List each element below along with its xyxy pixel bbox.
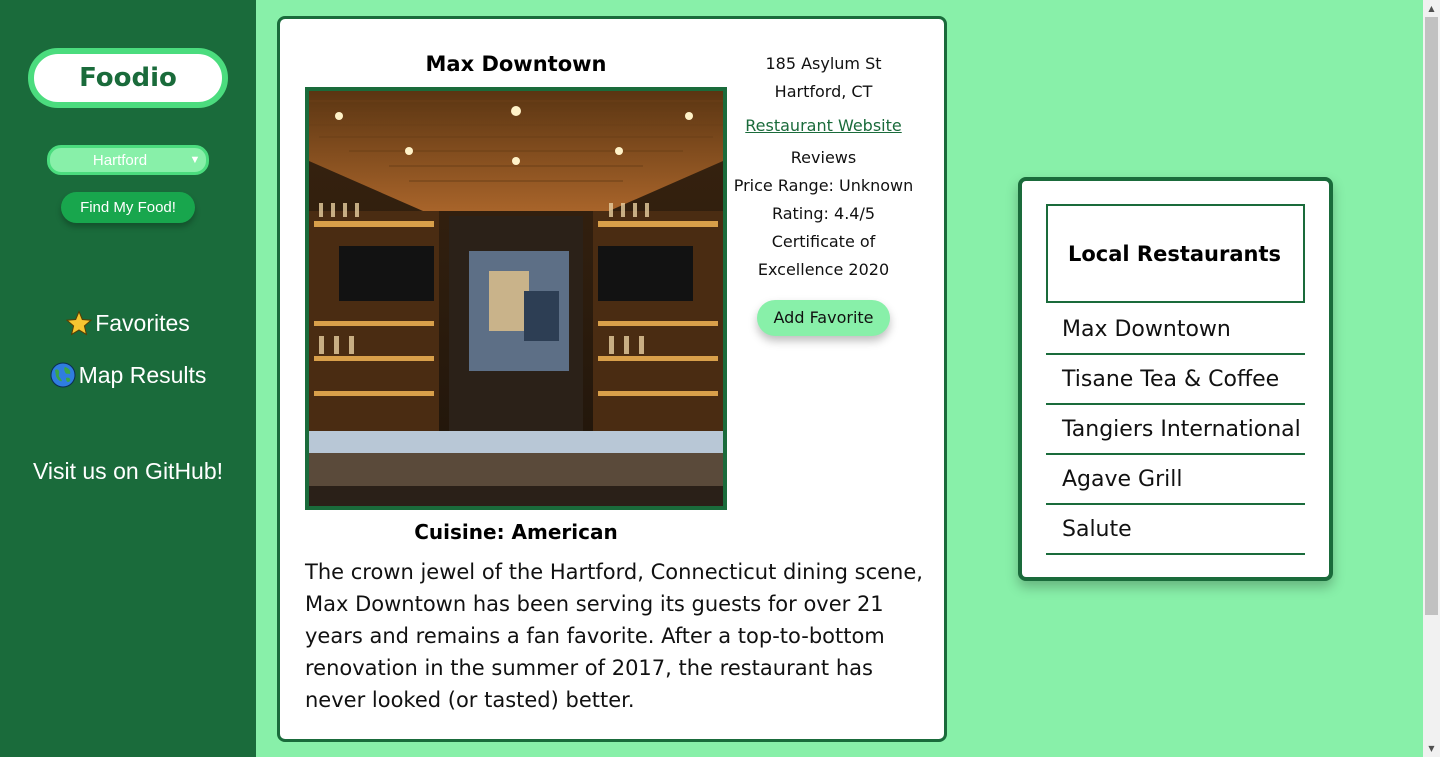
local-restaurants-list: Max Downtown Tisane Tea & Coffee Tangier…: [1046, 305, 1305, 555]
local-restaurant-item[interactable]: Salute: [1046, 505, 1305, 555]
nav-map-results[interactable]: Map Results: [0, 360, 256, 390]
city-select[interactable]: Hartford ▼: [47, 145, 209, 175]
price-range: Price Range: Unknown: [733, 176, 914, 195]
foodio-logo[interactable]: Foodio: [28, 48, 228, 108]
restaurant-info: 185 Asylum St Hartford, CT Restaurant We…: [733, 50, 914, 336]
chevron-down-icon: ▼: [189, 154, 201, 166]
vertical-scrollbar[interactable]: ▲ ▼: [1423, 0, 1440, 757]
reviews-heading: Reviews: [790, 148, 857, 167]
city-select-value: Hartford: [92, 151, 148, 169]
globe-icon: [50, 362, 76, 388]
local-restaurants-card: Local Restaurants Max Downtown Tisane Te…: [1018, 177, 1333, 581]
star-icon: [66, 310, 93, 336]
local-restaurant-item[interactable]: Max Downtown: [1046, 305, 1305, 355]
add-favorite-button[interactable]: Add Favorite: [757, 300, 890, 336]
github-link[interactable]: Visit us on GitHub!: [0, 456, 256, 486]
local-restaurant-item[interactable]: Tangiers International: [1046, 405, 1305, 455]
address-line-2: Hartford, CT: [774, 82, 873, 101]
scroll-up-icon[interactable]: ▲: [1423, 0, 1440, 17]
local-restaurant-item[interactable]: Agave Grill: [1046, 455, 1305, 505]
nav-favorites-label: Favorites: [95, 309, 190, 336]
rating: Rating: 4.4/5: [771, 204, 876, 223]
address-line-1: 185 Asylum St: [765, 54, 882, 73]
nav-favorites[interactable]: Favorites: [0, 308, 256, 338]
sidebar: Foodio Hartford ▼ Find My Food! Favorite…: [0, 0, 256, 757]
find-my-food-button[interactable]: Find My Food!: [61, 192, 195, 223]
scroll-down-icon[interactable]: ▼: [1423, 740, 1440, 757]
restaurant-description: The crown jewel of the Hartford, Connect…: [305, 560, 923, 712]
local-restaurants-title: Local Restaurants: [1046, 204, 1305, 303]
cuisine-label: Cuisine: American: [414, 520, 618, 544]
nav-map-results-label: Map Results: [78, 361, 207, 388]
restaurant-photo: [305, 87, 727, 510]
restaurant-name: Max Downtown: [425, 52, 607, 76]
certificate: Certificate of Excellence 2020: [757, 232, 890, 279]
scrollbar-thumb[interactable]: [1425, 17, 1438, 615]
local-restaurant-item[interactable]: Tisane Tea & Coffee: [1046, 355, 1305, 405]
restaurant-website-link[interactable]: Restaurant Website: [733, 112, 914, 140]
restaurant-bar-image: [309, 91, 723, 506]
